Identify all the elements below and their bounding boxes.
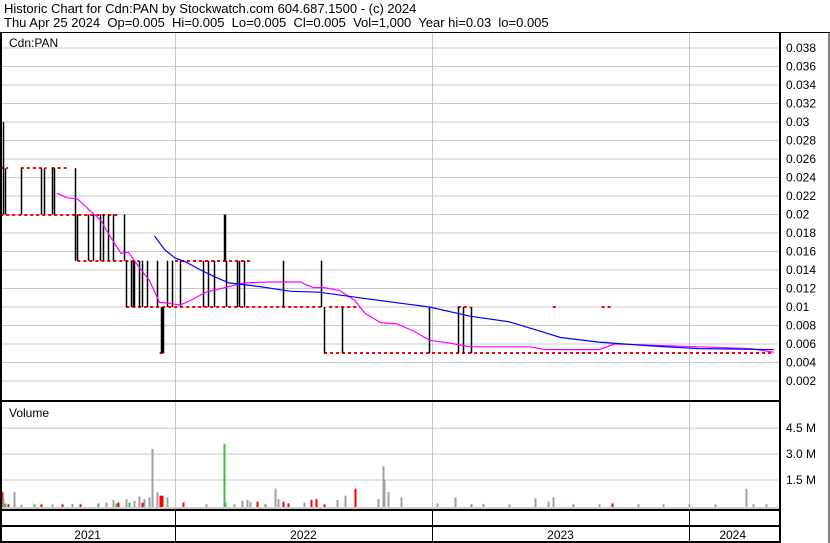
price-tick-label: 0.02 bbox=[786, 208, 810, 222]
price-tick-label: 0.006 bbox=[786, 337, 816, 351]
axes: 0.002 0.004 0.006 0.008 0.01 0.012 0.014 0.016 0… bbox=[74, 41, 816, 542]
stock-chart: Cdn:PAN Volume 0.0020.0040.0060.0080.010… bbox=[0, 32, 830, 543]
moving-average-short-line bbox=[56, 192, 774, 353]
volume-panel bbox=[0, 443, 780, 509]
price-tick-label: 0.008 bbox=[786, 319, 816, 333]
price-tick-label: 0.016 bbox=[786, 245, 816, 259]
volume-panel-label: Volume bbox=[9, 406, 49, 420]
volume-tick-label: 1.5 M bbox=[786, 473, 816, 487]
volume-tick-label: 4.5 M bbox=[786, 421, 816, 435]
volume-tick-label: 3.0 M bbox=[786, 447, 816, 461]
price-tick-label: 0.018 bbox=[786, 226, 816, 240]
price-tick-label: 0.002 bbox=[786, 374, 816, 388]
year-label: 2021 bbox=[74, 528, 101, 542]
price-tick-label: 0.034 bbox=[786, 78, 816, 92]
price-tick-label: 0.014 bbox=[786, 263, 816, 277]
price-tick-label: 0.028 bbox=[786, 134, 816, 148]
price-tick-label: 0.024 bbox=[786, 171, 816, 185]
year-label: 2023 bbox=[547, 528, 574, 542]
price-panel-label: Cdn:PAN bbox=[9, 36, 58, 50]
price-tick-label: 0.032 bbox=[786, 97, 816, 111]
grid-lines bbox=[0, 33, 780, 510]
price-tick-label: 0.004 bbox=[786, 356, 816, 370]
price-tick-label: 0.038 bbox=[786, 41, 816, 55]
price-tick-label: 0.012 bbox=[786, 282, 816, 296]
price-tick-label: 0.03 bbox=[786, 115, 810, 129]
year-label: 2022 bbox=[290, 528, 317, 542]
price-tick-label: 0.036 bbox=[786, 60, 816, 74]
price-tick-label: 0.022 bbox=[786, 189, 816, 203]
price-tick-label: 0.01 bbox=[786, 300, 810, 314]
price-panel bbox=[0, 122, 774, 354]
year-label: 2024 bbox=[719, 528, 746, 542]
price-tick-label: 0.026 bbox=[786, 152, 816, 166]
chart-frame bbox=[0, 32, 830, 543]
